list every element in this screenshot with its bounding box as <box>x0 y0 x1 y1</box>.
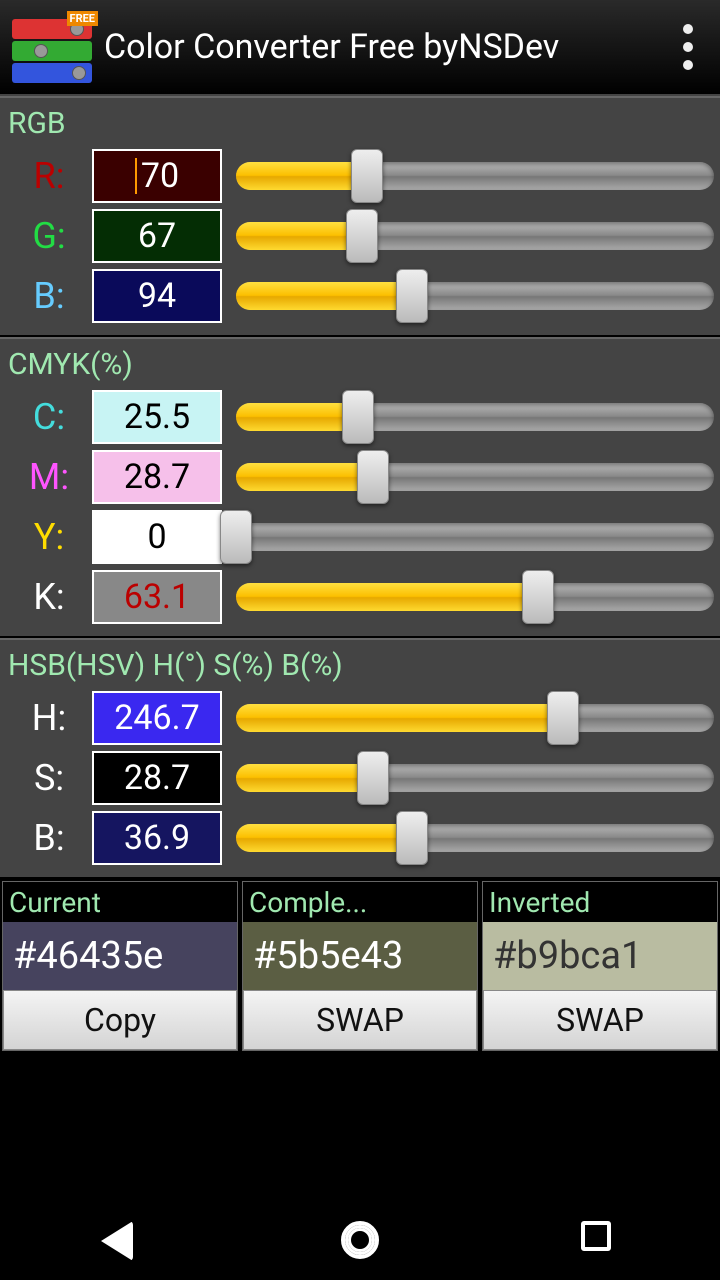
app-title: Color Converter Free byNSDev <box>104 27 676 67</box>
value-input-m[interactable]: 28.7 <box>92 450 222 504</box>
channel-label-s: S: <box>6 757 92 799</box>
slider-y[interactable] <box>236 517 714 557</box>
swatch-inverted: Inverted #b9bca1 SWAP <box>482 881 718 1051</box>
swap-button-comple[interactable]: SWAP <box>243 990 477 1050</box>
swatch-complementary: Comple... #5b5e43 SWAP <box>242 881 478 1051</box>
rgb-row-b: B: 94 <box>6 267 714 325</box>
slider-r[interactable] <box>236 156 714 196</box>
value-input-g[interactable]: 67 <box>92 209 222 263</box>
app-header: FREE Color Converter Free byNSDev <box>0 0 720 96</box>
value-input-s[interactable]: 28.7 <box>92 751 222 805</box>
value-input-h[interactable]: 246.7 <box>92 691 222 745</box>
cmyk-row-c: C: 25.5 <box>6 388 714 446</box>
channel-label-y: Y: <box>6 516 92 558</box>
cmyk-row-k: K: 63.1 <box>6 568 714 626</box>
swatches-row: Current #46435e Copy Comple... #5b5e43 S… <box>0 879 720 1053</box>
overflow-menu-icon[interactable] <box>676 24 700 70</box>
slider-c[interactable] <box>236 397 714 437</box>
value-input-y[interactable]: 0 <box>92 510 222 564</box>
copy-button[interactable]: Copy <box>3 990 237 1050</box>
value-input-b[interactable]: 94 <box>92 269 222 323</box>
channel-label-m: M: <box>6 456 92 498</box>
hsb-row-v: B: 36.9 <box>6 809 714 867</box>
channel-label-b: B: <box>6 275 92 317</box>
app-icon: FREE <box>12 11 92 83</box>
channel-label-v: B: <box>6 817 92 859</box>
slider-s[interactable] <box>236 758 714 798</box>
cmyk-row-y: Y: 0 <box>6 508 714 566</box>
slider-k[interactable] <box>236 577 714 617</box>
free-badge: FREE <box>67 11 98 26</box>
cmyk-panel: CMYK(%) C: 25.5 M: 28.7 Y: 0 K: 63.1 <box>0 337 720 638</box>
rgb-label: RGB <box>8 106 714 141</box>
swap-button-inverted[interactable]: SWAP <box>483 990 717 1050</box>
channel-label-r: R: <box>6 155 92 197</box>
home-icon[interactable] <box>341 1221 379 1259</box>
recents-icon[interactable] <box>581 1221 619 1259</box>
hsb-row-h: H: 246.7 <box>6 689 714 747</box>
channel-label-h: H: <box>6 697 92 739</box>
back-icon[interactable] <box>101 1221 139 1259</box>
swatch-current: Current #46435e Copy <box>2 881 238 1051</box>
swatch-current-label: Current <box>3 882 237 922</box>
value-input-c[interactable]: 25.5 <box>92 390 222 444</box>
slider-b[interactable] <box>236 276 714 316</box>
rgb-row-g: G: 67 <box>6 207 714 265</box>
swatch-inverted-label: Inverted <box>483 882 717 922</box>
cmyk-label: CMYK(%) <box>8 347 714 382</box>
channel-label-c: C: <box>6 396 92 438</box>
channel-label-k: K: <box>6 576 92 618</box>
slider-h[interactable] <box>236 698 714 738</box>
slider-g[interactable] <box>236 216 714 256</box>
android-navbar <box>0 1200 720 1280</box>
rgb-panel: RGB R: 70 G: 67 B: 94 <box>0 96 720 337</box>
value-input-k[interactable]: 63.1 <box>92 570 222 624</box>
rgb-row-r: R: 70 <box>6 147 714 205</box>
hsb-panel: HSB(HSV) H(°) S(%) B(%) H: 246.7 S: 28.7… <box>0 638 720 879</box>
slider-v[interactable] <box>236 818 714 858</box>
value-input-r[interactable]: 70 <box>92 149 222 203</box>
swatch-current-box[interactable]: #46435e <box>3 922 237 990</box>
swatch-comple-box[interactable]: #5b5e43 <box>243 922 477 990</box>
value-input-v[interactable]: 36.9 <box>92 811 222 865</box>
hsb-row-s: S: 28.7 <box>6 749 714 807</box>
swatch-comple-label: Comple... <box>243 882 477 922</box>
cmyk-row-m: M: 28.7 <box>6 448 714 506</box>
hsb-label: HSB(HSV) H(°) S(%) B(%) <box>8 648 714 683</box>
swatch-inverted-box[interactable]: #b9bca1 <box>483 922 717 990</box>
channel-label-g: G: <box>6 215 92 257</box>
slider-m[interactable] <box>236 457 714 497</box>
